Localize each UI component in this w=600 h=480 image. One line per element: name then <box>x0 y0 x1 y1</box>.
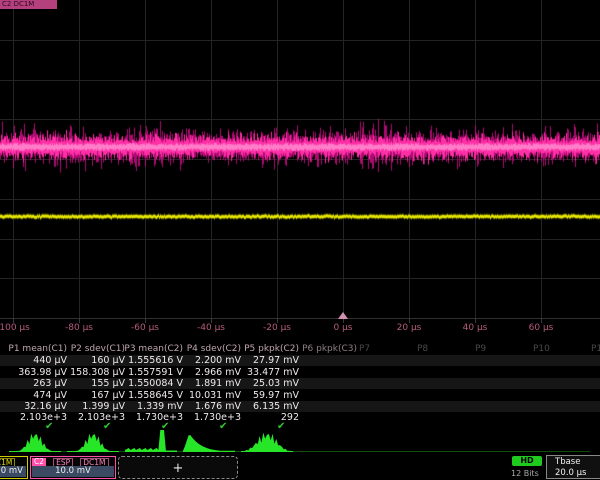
measurement-mean-p5: 33.477 mV <box>209 367 299 378</box>
histicon-p3 <box>125 430 177 452</box>
time-axis-label: 20 µs <box>397 323 422 333</box>
add-trace-box[interactable]: + <box>118 456 238 479</box>
measurement-header-p6[interactable]: P6 pkpk(C3) <box>283 344 357 354</box>
hd-mode-badge[interactable]: HD <box>512 456 542 466</box>
measurement-header-p8[interactable]: P8 <box>417 344 428 354</box>
measurement-max-p5: 59.97 mV <box>209 390 299 401</box>
measurement-sdev-p5: 6.135 mV <box>209 401 299 412</box>
trace-annotation-chip: C2 DC1M <box>0 0 57 9</box>
c1-vdiv-value: 10.0 mV <box>0 466 26 477</box>
plus-icon: + <box>173 461 184 476</box>
time-axis-label: -40 µs <box>197 323 225 333</box>
time-axis-label: 40 µs <box>463 323 488 333</box>
measurement-header-p10[interactable]: P10 <box>533 344 550 354</box>
c2-label: C2 <box>32 458 46 466</box>
histicon-p1 <box>9 430 61 452</box>
histicon-baseline <box>10 451 590 452</box>
measurement-min-p5: 25.03 mV <box>209 378 299 389</box>
oscilloscope-screen: C2 DC1M -100 µs -80 µs -60 µs -40 µs -20 µs 0… <box>0 0 600 480</box>
histicon-p2 <box>67 430 119 452</box>
measurement-header-p9[interactable]: P9 <box>475 344 486 354</box>
time-axis-label: 60 µs <box>529 323 554 333</box>
waveform-traces[interactable] <box>0 0 600 318</box>
time-axis-label: -20 µs <box>263 323 291 333</box>
time-axis-label: -60 µs <box>131 323 159 333</box>
trigger-position-marker[interactable] <box>338 312 348 319</box>
timebase-label: Tbase <box>555 457 580 467</box>
time-axis-label: -80 µs <box>65 323 93 333</box>
timebase-descriptor[interactable]: Tbase 20.0 µs <box>546 455 600 479</box>
histicon-p5 <box>241 430 293 452</box>
channel-descriptor-c2[interactable]: C2 ESP DC1M 10.0 mV <box>30 456 116 479</box>
time-axis-label: 0 µs <box>333 323 352 333</box>
time-axis-label: -100 µs <box>0 323 30 333</box>
channel-descriptor-c1[interactable]: C1 DC1M 10.0 mV <box>0 456 28 479</box>
timebase-value: 20.0 µs <box>555 468 586 478</box>
bit-depth-label: 12 Bits <box>511 469 551 478</box>
measurement-num-p5: 292 <box>209 412 299 423</box>
measurement-header-p11[interactable]: P11 <box>591 344 600 354</box>
measurement-value-p5: 27.97 mV <box>209 355 299 366</box>
histicon-p4 <box>183 430 235 452</box>
c2-vdiv-value: 10.0 mV <box>32 466 114 477</box>
measurement-header-p7[interactable]: P7 <box>359 344 370 354</box>
